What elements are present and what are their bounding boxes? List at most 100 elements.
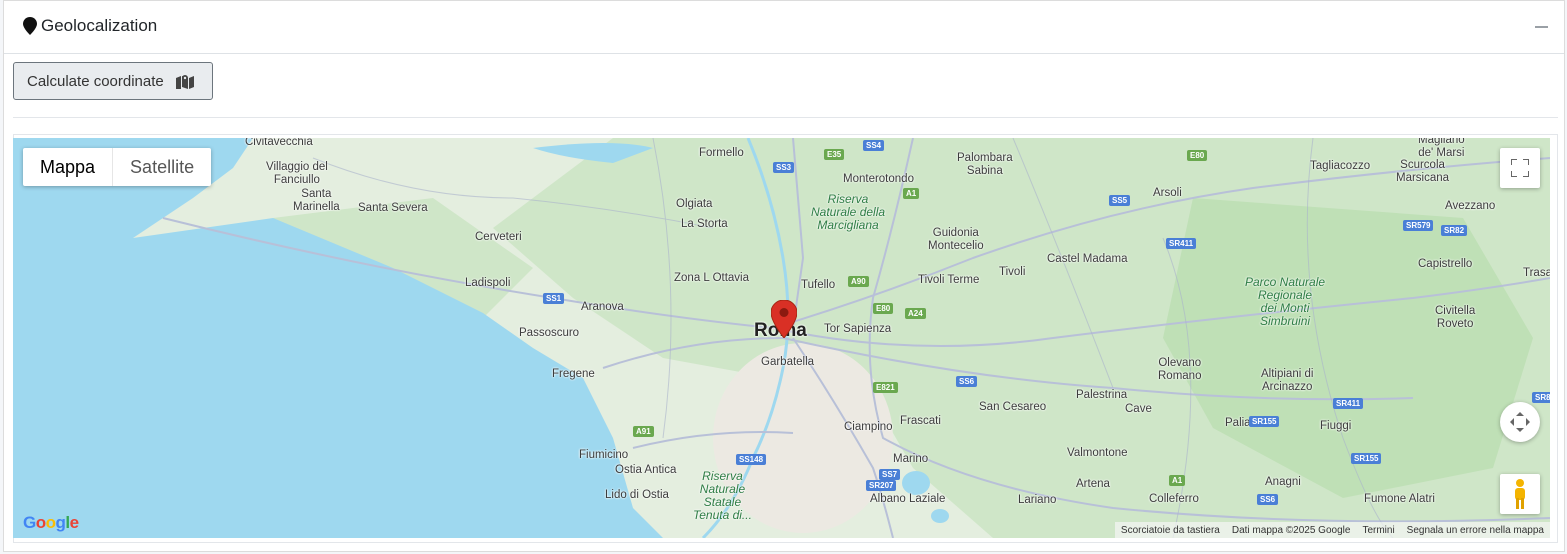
place-label: Cerveteri bbox=[475, 231, 522, 243]
place-label: Monterotondo bbox=[843, 173, 914, 185]
move-arrows-icon bbox=[1510, 412, 1530, 432]
road-shield: SS148 bbox=[736, 454, 767, 465]
place-label: Fiuggi bbox=[1320, 420, 1352, 432]
place-label: Castel Madama bbox=[1047, 253, 1128, 265]
map-type-mappa[interactable]: Mappa bbox=[23, 148, 114, 186]
terms-link[interactable]: Termini bbox=[1356, 525, 1400, 536]
place-label: Aranova bbox=[581, 301, 624, 313]
road-shield: E821 bbox=[873, 382, 898, 393]
place-label: Lariano bbox=[1018, 494, 1057, 506]
camera-control-button[interactable] bbox=[1500, 402, 1540, 442]
place-label: Ostia Antica bbox=[615, 464, 677, 476]
map-type-satellite[interactable]: Satellite bbox=[113, 148, 211, 186]
road-shield: SR82 bbox=[1441, 225, 1468, 236]
place-label: Marino bbox=[893, 453, 929, 465]
place-label: Magliano de' Marsi bbox=[1418, 138, 1465, 159]
map-footer: Scorciatoie da tastiera Dati mappa ©2025… bbox=[1114, 522, 1550, 538]
pegman-icon bbox=[1515, 479, 1525, 509]
park-label: Riserva Naturale della Marcigliana bbox=[811, 192, 886, 232]
place-label: Fumone Alatri bbox=[1364, 493, 1435, 505]
place-label: Arsoli bbox=[1153, 187, 1182, 199]
place-label: Lido di Ostia bbox=[605, 489, 669, 501]
place-label: Fiumicino bbox=[579, 449, 629, 461]
place-label: Palestrina bbox=[1076, 389, 1128, 401]
road-shield: SR411 bbox=[1166, 238, 1197, 249]
place-label: Ciampino bbox=[844, 421, 893, 433]
place-label: Anagni bbox=[1265, 476, 1301, 488]
place-label: Capistrello bbox=[1418, 258, 1473, 270]
road-shield: SS4 bbox=[863, 140, 885, 151]
park-label: Parco Naturale Regionale dei Monti Simbruin… bbox=[1245, 275, 1326, 328]
fullscreen-icon bbox=[1511, 159, 1529, 177]
place-label: Olevano Romano bbox=[1158, 357, 1202, 382]
place-label: Tagliacozzo bbox=[1310, 160, 1371, 172]
road-shield: SS1 bbox=[543, 293, 565, 304]
minus-icon[interactable] bbox=[1535, 26, 1548, 28]
place-label: Guidonia Montecelio bbox=[928, 227, 984, 252]
place-label: Scurcola Marsicana bbox=[1396, 159, 1450, 184]
road-shield: A90 bbox=[848, 276, 869, 287]
place-label: Civitella Roveto bbox=[1435, 305, 1476, 330]
card-title: Geolocalization bbox=[23, 16, 157, 36]
place-label: Altipiani di Arcinazzo bbox=[1261, 368, 1314, 393]
place-label: Tufello bbox=[801, 279, 836, 291]
place-label: Villaggio del Fanciullo bbox=[266, 161, 328, 186]
place-label: Fregene bbox=[552, 368, 595, 380]
place-label: Zona L Ottavia bbox=[674, 272, 750, 284]
place-label: Civitavecchia bbox=[245, 138, 313, 148]
google-map[interactable]: Civitavecchia Villaggio del Fanciullo San… bbox=[13, 138, 1550, 538]
place-label: Ladispoli bbox=[465, 277, 511, 289]
road-shield: SR207 bbox=[866, 480, 897, 491]
road-shield: SR579 bbox=[1403, 220, 1434, 231]
road-shield: A1 bbox=[1169, 475, 1186, 486]
keyboard-shortcuts-link[interactable]: Scorciatoie da tastiera bbox=[1115, 525, 1226, 536]
road-shield: SR155 bbox=[1249, 416, 1280, 427]
google-logo: Google bbox=[23, 513, 79, 532]
road-shield: A24 bbox=[905, 308, 926, 319]
place-label: San Cesareo bbox=[979, 401, 1047, 413]
place-label: Avezzano bbox=[1445, 200, 1496, 212]
map-marked-icon bbox=[175, 75, 194, 89]
place-label: Garbatella bbox=[761, 356, 815, 368]
place-label: Olgiata bbox=[676, 198, 713, 210]
place-label: Tivoli Terme bbox=[918, 274, 980, 286]
place-label: Cave bbox=[1125, 403, 1152, 415]
calculate-coordinate-label: Calculate coordinate bbox=[27, 72, 164, 90]
place-label: Trasa bbox=[1523, 267, 1550, 279]
place-label: Santa Marinella bbox=[293, 188, 340, 213]
place-label: Colleferro bbox=[1149, 493, 1199, 505]
place-label: Tor Sapienza bbox=[824, 323, 892, 335]
road-shield: SR411 bbox=[1333, 398, 1364, 409]
road-shield: E80 bbox=[873, 303, 894, 314]
map-type-control: Mappa Satellite bbox=[23, 148, 212, 186]
road-shield: SS5 bbox=[1109, 195, 1131, 206]
map-data-attribution: Dati mappa ©2025 Google bbox=[1231, 524, 1351, 536]
place-label: Formello bbox=[699, 147, 744, 159]
road-shield: SS3 bbox=[773, 162, 795, 173]
place-label: Albano Laziale bbox=[870, 493, 946, 505]
fullscreen-button[interactable] bbox=[1500, 148, 1540, 188]
report-error-link[interactable]: Segnala un errore nella mappa bbox=[1401, 525, 1550, 536]
place-label: Artena bbox=[1076, 478, 1110, 490]
road-shield: SR8 bbox=[1532, 392, 1550, 403]
road-shield: SS6 bbox=[1257, 494, 1279, 505]
road-shield: SS7 bbox=[879, 469, 901, 480]
place-label: Passoscuro bbox=[519, 327, 580, 339]
place-label: Tivoli bbox=[999, 266, 1026, 278]
road-shield: A91 bbox=[633, 426, 654, 437]
place-label: Santa Severa bbox=[358, 202, 428, 214]
road-shield: SR155 bbox=[1351, 453, 1382, 464]
location-marker-icon[interactable] bbox=[771, 300, 797, 338]
place-label: Frascati bbox=[900, 415, 941, 427]
street-view-button[interactable] bbox=[1500, 474, 1540, 514]
road-shield: E35 bbox=[824, 149, 845, 160]
map-marker-icon bbox=[23, 17, 37, 35]
road-shield: SS6 bbox=[956, 376, 978, 387]
separator bbox=[13, 117, 1558, 118]
park-label: Riserva Naturale Statale Tenuta di... bbox=[693, 469, 752, 522]
place-label: Palombara Sabina bbox=[957, 152, 1013, 177]
calculate-coordinate-button[interactable]: Calculate coordinate bbox=[13, 62, 213, 100]
road-shield: E80 bbox=[1187, 150, 1208, 161]
road-shield: A1 bbox=[903, 188, 920, 199]
place-label: La Storta bbox=[681, 218, 728, 230]
